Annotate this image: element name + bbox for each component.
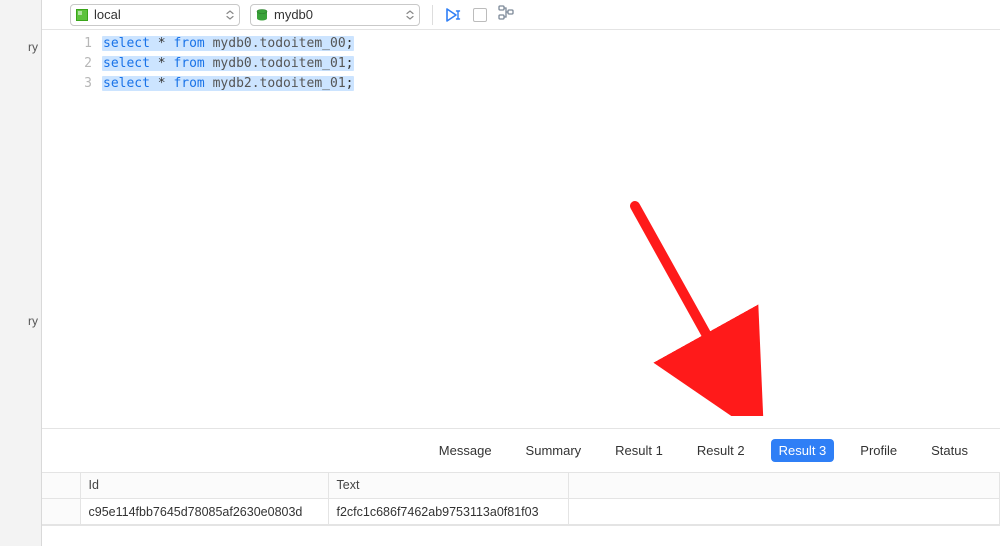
server-dropdown[interactable]: local (70, 4, 240, 26)
editor-gutter: 1 2 3 (42, 34, 102, 428)
editor-code[interactable]: select * from mydb0.todoitem_00; select … (102, 34, 1000, 428)
database-icon (255, 8, 269, 22)
column-header-text[interactable]: Text (328, 473, 568, 499)
sql-editor[interactable]: 1 2 3 select * from mydb0.todoitem_00; s… (42, 30, 1000, 428)
sidebar-label-1: ry (28, 40, 38, 54)
cell-empty (568, 499, 1000, 525)
result-tabs: Message Summary Result 1 Result 2 Result… (42, 429, 1000, 472)
row-header-corner (42, 473, 80, 499)
toolbar: local mydb0 (42, 0, 1000, 30)
column-header-id[interactable]: Id (80, 473, 328, 499)
tab-status[interactable]: Status (923, 439, 976, 462)
chevron-updown-icon (405, 10, 415, 20)
row-header[interactable] (42, 499, 80, 525)
code-line: select * from mydb0.todoitem_00; (102, 34, 1000, 54)
table-header-row: Id Text (42, 473, 1000, 499)
database-dropdown[interactable]: mydb0 (250, 4, 420, 26)
server-icon (75, 8, 89, 22)
tab-result-3[interactable]: Result 3 (771, 439, 835, 462)
tab-result-2[interactable]: Result 2 (689, 439, 753, 462)
server-dropdown-label: local (94, 7, 225, 22)
code-line: select * from mydb2.todoitem_01; (102, 74, 1000, 94)
column-header-empty (568, 473, 1000, 499)
sidebar-label-2: ry (28, 314, 38, 328)
cell-id[interactable]: c95e114fbb7645d78085af2630e0803d (80, 499, 328, 525)
stop-button[interactable] (473, 8, 487, 22)
table-row[interactable]: c95e114fbb7645d78085af2630e0803d f2cfc1c… (42, 499, 1000, 525)
tab-profile[interactable]: Profile (852, 439, 905, 462)
result-table: Id Text c95e114fbb7645d78085af2630e0803d… (42, 472, 1000, 527)
tab-message[interactable]: Message (431, 439, 500, 462)
cell-text[interactable]: f2cfc1c686f7462ab9753113a0f81f03 (328, 499, 568, 525)
database-dropdown-label: mydb0 (274, 7, 405, 22)
tab-summary[interactable]: Summary (518, 439, 590, 462)
run-button[interactable] (445, 7, 463, 23)
sidebar: ry ry (0, 0, 42, 546)
explain-plan-button[interactable] (497, 5, 515, 24)
tab-result-1[interactable]: Result 1 (607, 439, 671, 462)
chevron-updown-icon (225, 10, 235, 20)
code-line: select * from mydb0.todoitem_01; (102, 54, 1000, 74)
